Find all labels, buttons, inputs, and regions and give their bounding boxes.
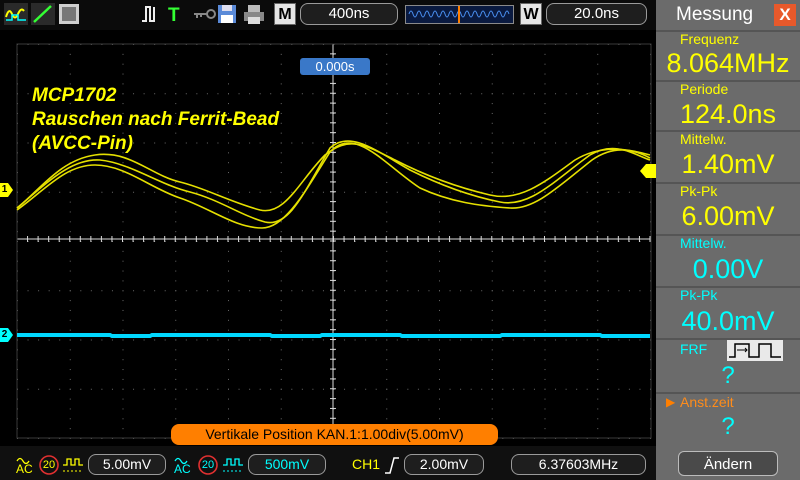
measurement-panel: Messung X Frequenz 8.064MHz Periode 124.… [656,0,800,480]
vertical-position-banner: Vertikale Position KAN.1:1.00div(5.00mV) [171,424,498,445]
key-icon[interactable] [192,3,216,25]
timebase-display[interactable]: 400ns [300,3,398,25]
svg-text:AC: AC [16,462,33,475]
ch1-bw-label: 20 [42,459,56,471]
ch1-pulse-icon [62,456,84,479]
measurement-value-frequency[interactable]: 8.064MHz [656,48,800,79]
selected-arrow-icon: ▶ [666,395,676,409]
separator [656,234,800,236]
scope-display: 0.000s MCP1702 Rauschen nach Ferrit-Bead… [0,30,656,446]
svg-text:T: T [168,5,180,25]
separator [656,286,800,288]
edge-trigger-icon[interactable] [140,3,158,25]
rising-edge-icon [384,455,400,480]
memory-overview-bar[interactable] [405,5,514,27]
bottom-status-bar: AC 20 5.00mV AC 20 500mV CH1 2.00mV 6.37… [0,446,656,480]
ch1-ac-coupling-icon[interactable]: AC [16,455,38,480]
trigger-source-label: CH1 [352,456,381,472]
ch1-scale-display[interactable]: 5.00mV [88,454,166,475]
svg-text:AC: AC [174,462,191,475]
measurement-value-rise-time[interactable]: ? [656,413,800,441]
measurement-label-mean-ch1: Mittelw. [680,131,727,147]
separator [656,130,800,132]
ch2-marker-label: 2 [1,329,8,340]
ch2-ac-coupling-icon[interactable]: AC [174,455,196,480]
ch2-bw-label: 20 [201,459,215,471]
measurement-value-pkpk-ch1[interactable]: 6.00mV [656,201,800,232]
ch2-scale-display[interactable]: 500mV [248,454,326,475]
ch1-marker-label: 1 [1,184,8,195]
separator [656,182,800,184]
window-timebase-display[interactable]: 20.0ns [546,3,647,25]
measurement-label-pkpk-ch1: Pk-Pk [680,183,718,199]
measurement-value-pkpk-ch2[interactable]: 40.0mV [656,306,800,337]
annotation-line-1: MCP1702 [32,85,117,106]
draw-line-icon[interactable] [31,3,55,25]
print-icon[interactable] [243,3,265,25]
ch2-bw-limit-icon[interactable]: 20 [198,455,218,480]
ch2-trace [17,333,650,338]
measurement-label-rise-time: Anst.zeit [680,394,734,410]
trigger-T-icon[interactable]: T [166,3,182,25]
trigger-frequency-display: 6.37603MHz [511,454,646,475]
ch1-bw-limit-icon[interactable]: 20 [39,455,59,480]
save-disk-icon[interactable] [217,3,237,25]
ch2-pulse-icon [222,456,244,479]
measurement-label-frf: FRF [680,341,708,357]
change-button[interactable]: Ändern [678,451,778,476]
measurement-label-mean-ch2: Mittelw. [680,235,727,251]
trigger-level-display[interactable]: 2.00mV [404,454,484,475]
close-button[interactable]: X [774,4,796,26]
top-toolbar: T M 400ns W 20.0ns [0,0,656,30]
m-menu-button[interactable]: M [274,3,296,25]
annotation-line-3: (AVCC-Pin) [32,133,133,154]
measurement-value-period[interactable]: 124.0ns [656,99,800,130]
display-mode-icon[interactable] [58,3,80,25]
trigger-time-marker[interactable]: 0.000s [300,58,370,75]
measurement-value-mean-ch2[interactable]: 0.00V [656,254,800,285]
measurement-value-frf[interactable]: ? [656,362,800,390]
frf-delay-icon [727,340,783,361]
measurement-label-period: Periode [680,81,729,97]
annotation-line-2: Rauschen nach Ferrit-Bead [32,109,280,130]
w-window-button[interactable]: W [520,3,542,25]
annotation-title: MCP1702 Rauschen nach Ferrit-Bead (AVCC-… [32,84,279,156]
measurement-label-frequency: Frequenz [680,31,740,47]
measurement-label-pkpk-ch2: Pk-Pk [680,287,718,303]
ch1-waveform-icon[interactable] [4,3,28,25]
measurement-value-mean-ch1[interactable]: 1.40mV [656,149,800,180]
